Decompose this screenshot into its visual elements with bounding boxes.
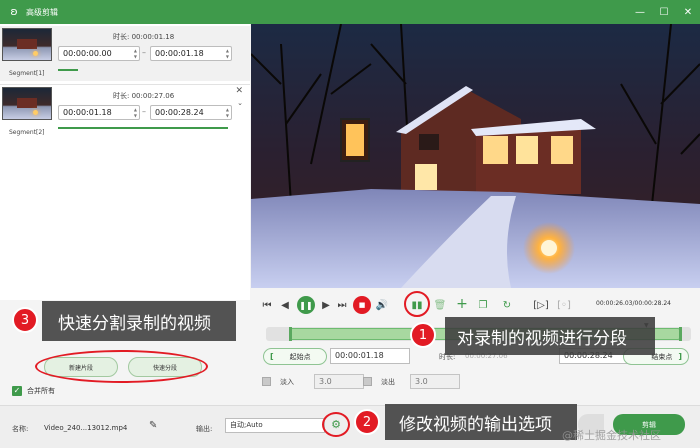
callout-2-badge: 2 — [354, 409, 380, 435]
pause-button[interactable]: ❚❚ — [297, 296, 315, 314]
segment-thumbnail — [2, 87, 52, 120]
video-frame-image — [251, 24, 700, 288]
close-icon[interactable]: ✕ — [235, 86, 243, 96]
output-select[interactable]: 自动;Auto — [225, 418, 325, 433]
chevron-down-icon[interactable]: ⌄ — [237, 99, 243, 107]
segment-label: Segment[2] — [9, 129, 45, 136]
timeline-handle-right[interactable] — [679, 327, 682, 341]
segment-thumbnail — [2, 28, 52, 61]
output-label: 输出: — [196, 425, 213, 433]
stop-button[interactable]: ■ — [353, 296, 371, 314]
segment-item[interactable]: Segment[1] 时长: 00:00:01.18 00:00:00.00 ▲ ▼… — [0, 26, 250, 81]
time-readout: 00:00:26.03/00:00:28.24 — [596, 300, 671, 307]
mark-out-icon[interactable]: [◦] — [557, 298, 571, 312]
callout-1: 对录制的视频进行分段 — [445, 317, 655, 355]
spinner-icon[interactable]: ▲ ▼ — [134, 48, 137, 60]
highlight-gear-ring — [322, 412, 350, 437]
fade-in-label: 淡入 — [280, 378, 294, 386]
fade-in-checkbox[interactable] — [262, 377, 271, 386]
segment-end-input[interactable]: 00:00:28.24 ▲ ▼ — [150, 105, 232, 120]
rabbit-logo-icon: ʚ — [10, 5, 18, 18]
step-back-icon[interactable]: ◀ — [279, 298, 291, 312]
set-start-button[interactable]: [ 起始点 — [263, 348, 327, 365]
video-preview[interactable] — [251, 24, 700, 288]
mark-in-icon[interactable]: [▷] — [533, 298, 549, 312]
segment-label: Segment[1] — [9, 70, 45, 77]
highlight-buttons-ring — [35, 350, 208, 383]
segment-end-input[interactable]: 00:00:01.18 ▲ ▼ — [150, 46, 232, 61]
close-button[interactable]: ✕ — [676, 0, 700, 24]
edit-icon[interactable]: ✎ — [149, 420, 157, 431]
step-forward-icon[interactable]: ▶ — [320, 298, 332, 312]
start-time-input[interactable]: 00:00:01.18 — [330, 348, 410, 364]
volume-icon[interactable]: 🔊 — [375, 298, 389, 312]
segment-item[interactable]: Segment[2] 时长: 00:00:27.06 00:00:01.18 ▲ ▼… — [0, 84, 250, 139]
segment-start-input[interactable]: 00:00:01.18 ▲ ▼ — [58, 105, 140, 120]
fade-in-input[interactable]: 3.0 — [314, 374, 364, 389]
window-controls: — ☐ ✕ — [628, 0, 700, 24]
fade-out-input[interactable]: 3.0 — [410, 374, 460, 389]
callout-3: 快速分割录制的视频 — [42, 301, 236, 341]
callout-3-badge: 3 — [12, 307, 38, 333]
add-icon[interactable]: + — [455, 296, 469, 312]
file-name: Video_240...13012.mp4 — [44, 424, 128, 432]
timeline-handle-left[interactable] — [289, 327, 292, 341]
segment-duration: 时长: 00:00:01.18 — [113, 33, 175, 41]
segment-start-input[interactable]: 00:00:00.00 ▲ ▼ — [58, 46, 140, 61]
callout-2: 修改视频的输出选项 — [385, 404, 577, 440]
segment-list: Segment[1] 时长: 00:00:01.18 00:00:00.00 ▲ ▼… — [0, 24, 250, 300]
segment-duration: 时长: 00:00:27.06 — [113, 92, 175, 100]
title-bar: ʚ 高级剪辑 — ☐ ✕ — [0, 0, 700, 24]
spinner-icon[interactable]: ▲ ▼ — [226, 107, 229, 119]
highlight-split-ring — [404, 291, 430, 317]
maximize-button[interactable]: ☐ — [652, 0, 676, 24]
copy-icon[interactable]: ❐ — [477, 298, 489, 312]
callout-1-badge: 1 — [410, 322, 436, 348]
minimize-button[interactable]: — — [628, 0, 652, 24]
merge-all-row[interactable]: ✓ 合并所有 — [12, 386, 55, 396]
merge-all-checkbox[interactable]: ✓ — [12, 386, 22, 396]
merge-all-label: 合并所有 — [27, 387, 55, 395]
skip-to-end-icon[interactable]: ⏭ — [336, 298, 348, 312]
fade-out-label: 淡出 — [381, 378, 395, 386]
segment-progress-bar — [58, 127, 228, 129]
window-title: 高级剪辑 — [26, 7, 58, 17]
name-label: 名称: — [12, 425, 29, 433]
rotate-icon[interactable]: ↻ — [500, 298, 514, 312]
fade-out-checkbox[interactable] — [363, 377, 372, 386]
fade-row: 淡入 3.0 淡出 3.0 — [262, 374, 462, 390]
spinner-icon[interactable]: ▲ ▼ — [226, 48, 229, 60]
spinner-icon[interactable]: ▲ ▼ — [134, 107, 137, 119]
watermark: @稀土掘金技术社区 — [562, 429, 661, 442]
delete-icon[interactable]: 🗑 — [434, 298, 447, 312]
segment-progress-bar — [58, 69, 78, 71]
skip-to-start-icon[interactable]: ⏮ — [261, 298, 273, 312]
